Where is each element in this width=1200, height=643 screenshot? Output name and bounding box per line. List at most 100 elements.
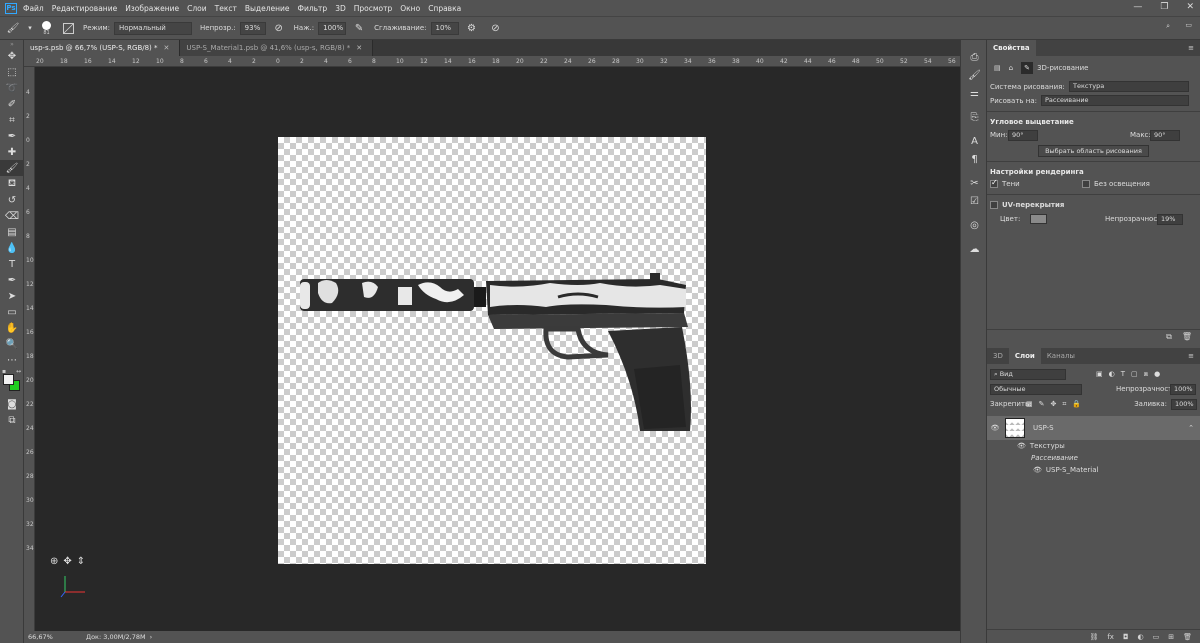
chevron-up-icon[interactable]: ⌃ (1188, 424, 1194, 432)
history-panel-icon[interactable]: ⎙ (961, 48, 988, 66)
lasso-tool-icon[interactable]: ➰ (0, 80, 24, 96)
eye-icon[interactable]: 👁 (1033, 466, 1042, 474)
menu-view[interactable]: Просмотр (354, 4, 393, 13)
filter-adjust-icon[interactable]: ◐ (1109, 370, 1115, 379)
pressure-opacity-icon[interactable]: ⊘ (272, 21, 286, 35)
menu-file[interactable]: Файл (23, 4, 44, 13)
no-lighting-checkbox[interactable] (1082, 180, 1090, 188)
material-row[interactable]: 👁 USP-S_Material (987, 464, 1200, 476)
history-brush-tool-icon[interactable]: ↺ (0, 192, 24, 208)
select-area-button[interactable]: Выбрать область рисования (1038, 145, 1149, 157)
zoom-tool-icon[interactable]: 🔍 (0, 336, 24, 352)
eraser-tool-icon[interactable]: ⌫ (0, 208, 24, 224)
brush-tool-icon[interactable]: 🖌 (0, 160, 24, 176)
collapse-toolbar-icon[interactable]: » (0, 40, 24, 48)
clone-stamp-tool-icon[interactable]: ⛾ (0, 176, 24, 192)
smoothing-input[interactable]: 10% (430, 21, 459, 35)
filter-smart-icon[interactable]: ⧈ (1144, 370, 1148, 379)
layer-filter-select[interactable]: ⌕ Вид (990, 368, 1066, 380)
menu-layers[interactable]: Слои (187, 4, 207, 13)
eye-icon[interactable]: 👁 (987, 424, 1003, 432)
layer-name[interactable]: USP-S (1033, 424, 1054, 432)
brush-tool-icon[interactable]: 🖌 (6, 21, 20, 35)
menu-select[interactable]: Выделение (245, 4, 290, 13)
filter-type-icon[interactable]: T (1121, 370, 1125, 379)
layer-opacity-input[interactable]: 100% (1170, 383, 1196, 395)
marquee-tool-icon[interactable]: ⬚ (0, 64, 24, 80)
menu-type[interactable]: Текст (215, 4, 237, 13)
shadows-checkbox[interactable] (990, 178, 998, 188)
search-icon[interactable]: ⌕ (1166, 22, 1170, 31)
menu-filter[interactable]: Фильтр (298, 4, 328, 13)
menu-window[interactable]: Окно (400, 4, 420, 13)
panel-menu-icon[interactable]: ≡ (1188, 352, 1194, 360)
orbit-icon[interactable]: ⊕ (50, 556, 58, 567)
menu-edit[interactable]: Редактирование (52, 4, 117, 13)
chevron-right-icon[interactable]: › (150, 633, 153, 641)
uv-opacity-input[interactable]: 19% (1157, 213, 1183, 225)
hand-tool-icon[interactable]: ✋ (0, 320, 24, 336)
tab-layers[interactable]: Слои (1008, 348, 1041, 364)
gear-icon[interactable]: ⚙ (465, 21, 479, 35)
pen-tool-icon[interactable]: ✒ (0, 272, 24, 288)
trash-icon[interactable]: 🗑 (1183, 633, 1192, 641)
move-tool-icon[interactable]: ✥ (0, 48, 24, 64)
clone-source-panel-icon[interactable]: ⎘ (961, 108, 988, 126)
materials-panel-icon[interactable]: ☁ (961, 240, 988, 258)
lock-transparent-icon[interactable]: ▦ (1026, 400, 1033, 409)
pressure-size-icon[interactable]: ⊘ (489, 21, 503, 35)
flow-input[interactable]: 100% (318, 21, 347, 35)
healing-brush-tool-icon[interactable]: ✚ (0, 144, 24, 160)
brushes-panel-icon[interactable]: 🖌 (961, 66, 988, 84)
airbrush-icon[interactable]: ✎ (352, 21, 366, 35)
tab-channels[interactable]: Каналы (1041, 348, 1081, 364)
close-icon[interactable]: ✕ (1186, 2, 1194, 12)
lock-artboard-icon[interactable]: ⌗ (1062, 400, 1066, 409)
adjustments-panel-icon[interactable]: ⚌ (961, 84, 988, 102)
eyedropper-tool-icon[interactable]: ✒ (0, 128, 24, 144)
character-panel-icon[interactable]: A (961, 132, 988, 150)
menu-help[interactable]: Справка (428, 4, 461, 13)
gradient-tool-icon[interactable]: ▤ (0, 224, 24, 240)
eye-icon[interactable]: 👁 (1017, 442, 1026, 450)
min-input[interactable]: 90° (1008, 129, 1038, 141)
vertical-ruler[interactable]: 4 2 0 2 4 6 8 10 12 14 16 18 20 22 24 26 28 30 32 34 (24, 67, 35, 631)
tab-3d[interactable]: 3D (987, 348, 1009, 364)
paint-system-select[interactable]: Текстура (1069, 81, 1189, 92)
quick-mask-icon[interactable]: ◙ (0, 396, 24, 412)
fill-input[interactable]: 100% (1171, 398, 1197, 410)
tab-properties[interactable]: Свойства (987, 40, 1036, 56)
trash-icon[interactable]: 🗑 (1182, 332, 1192, 341)
blend-mode-select[interactable]: Обычные (990, 383, 1082, 395)
brush-panel-icon[interactable] (61, 21, 75, 35)
max-input[interactable]: 90° (1150, 129, 1180, 141)
swap-colors-icon[interactable]: ↔ (16, 368, 21, 375)
brush-preset-picker[interactable]: 81 (42, 20, 51, 36)
panel-menu-icon[interactable]: ≡ (1188, 44, 1194, 52)
3d-panel-icon[interactable]: ◎ (961, 216, 988, 234)
paragraph-panel-icon[interactable]: ¶ (961, 150, 988, 168)
more-tools-icon[interactable]: ⋯ (0, 352, 24, 368)
screen-mode-icon[interactable]: ⧉ (0, 412, 24, 428)
layer-icon[interactable]: ▤ (994, 64, 1001, 72)
close-tab-icon[interactable]: ✕ (356, 44, 362, 52)
quick-select-tool-icon[interactable]: ✐ (0, 96, 24, 112)
lock-all-icon[interactable]: 🔒 (1072, 400, 1081, 409)
filter-toggle-icon[interactable]: ● (1154, 370, 1160, 379)
scene-icon[interactable]: ⌂ (1009, 64, 1013, 72)
textures-row[interactable]: 👁 Текстуры (987, 440, 1200, 452)
maximize-icon[interactable]: ❐ (1160, 2, 1168, 12)
dolly-icon[interactable]: ⇕ (77, 556, 85, 567)
tab-usp-s-material[interactable]: USP-S_Material1.psb @ 41,6% (usp-s, RGB/… (180, 40, 374, 56)
workspace-icon[interactable]: ▭ (1185, 21, 1192, 29)
lock-pixels-icon[interactable]: ✎ (1039, 400, 1045, 409)
document-canvas[interactable] (278, 137, 706, 564)
tab-usp-s[interactable]: usp-s.psb @ 66,7% (USP-S, RGB/8) * ✕ (24, 40, 181, 56)
menu-3d[interactable]: 3D (335, 4, 346, 13)
type-tool-icon[interactable]: T (0, 256, 24, 272)
opacity-input[interactable]: 93% (239, 21, 266, 35)
filter-shape-icon[interactable]: ▢ (1131, 370, 1138, 379)
shape-tool-icon[interactable]: ▭ (0, 304, 24, 320)
lock-position-icon[interactable]: ✥ (1051, 400, 1057, 409)
pan-icon[interactable]: ✥ (63, 556, 71, 567)
